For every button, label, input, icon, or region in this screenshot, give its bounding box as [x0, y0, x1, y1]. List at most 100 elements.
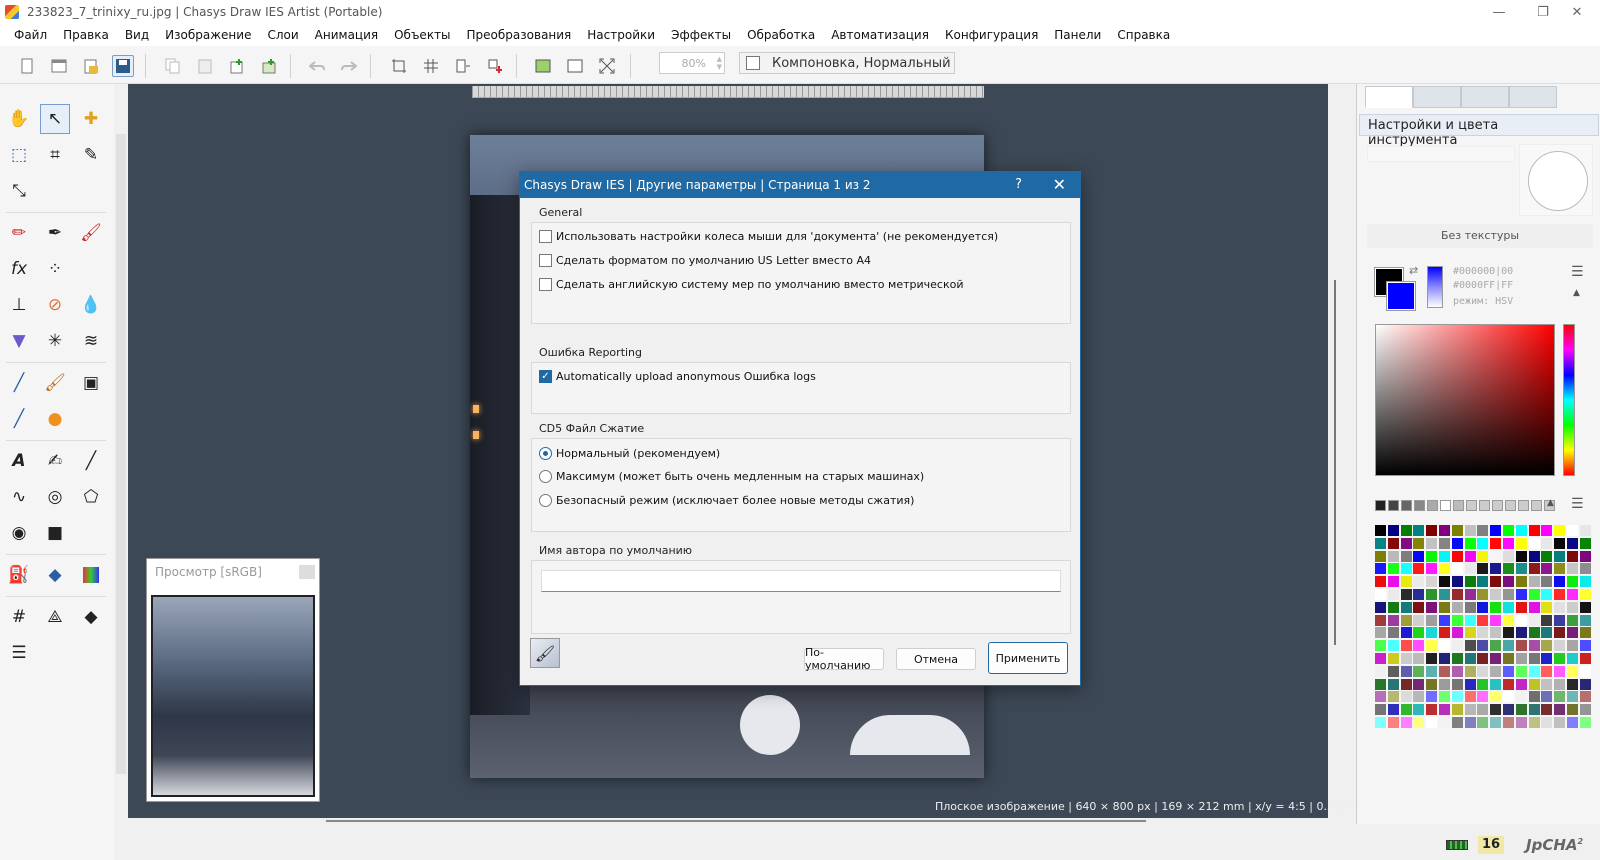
palette-swatch[interactable]: [1579, 652, 1591, 664]
palette-swatch[interactable]: [1400, 652, 1412, 664]
palette-swatch[interactable]: [1387, 678, 1399, 690]
palette-swatch[interactable]: [1515, 576, 1527, 588]
palette-swatch[interactable]: [1413, 665, 1425, 677]
new-file-icon[interactable]: [16, 55, 38, 77]
palette-swatch[interactable]: [1477, 665, 1489, 677]
zoom-input[interactable]: 80% ▲ ▼: [659, 52, 725, 74]
crop-tool-icon[interactable]: ⌗: [40, 140, 70, 170]
palette-swatch[interactable]: [1438, 525, 1450, 536]
palette-swatch[interactable]: [1528, 614, 1540, 626]
palette-swatch[interactable]: [1528, 716, 1540, 728]
signature-icon[interactable]: ✍: [40, 446, 70, 476]
palette-swatch[interactable]: [1502, 537, 1514, 549]
palette-swatch[interactable]: [1566, 525, 1578, 536]
palette-swatch[interactable]: [1566, 640, 1578, 652]
zoom-spinner[interactable]: ▲ ▼: [712, 55, 722, 71]
palette-swatch[interactable]: [1515, 614, 1527, 626]
palette-swatch[interactable]: [1375, 678, 1386, 690]
palette-swatch[interactable]: [1528, 563, 1540, 575]
palette-swatch[interactable]: [1387, 601, 1399, 613]
curve-tool-icon[interactable]: ∿: [4, 482, 34, 512]
palette-swatch[interactable]: [1515, 525, 1527, 536]
palette-swatch[interactable]: [1554, 601, 1566, 613]
palette-swatch[interactable]: [1451, 601, 1463, 613]
palette-swatch[interactable]: [1438, 640, 1450, 652]
palette-swatch[interactable]: [1438, 652, 1450, 664]
palette-swatch[interactable]: [1477, 601, 1489, 613]
preview-close-button[interactable]: [299, 565, 315, 579]
hue-slider[interactable]: [1563, 324, 1575, 476]
palette-swatch[interactable]: [1477, 525, 1489, 536]
palette-swatch[interactable]: [1566, 691, 1578, 703]
palette-swatch[interactable]: [1477, 537, 1489, 549]
resize-icon[interactable]: [452, 55, 474, 77]
radio-safe[interactable]: [539, 494, 552, 507]
pen-icon[interactable]: ✒: [40, 218, 70, 248]
menu-image[interactable]: Изображение: [157, 28, 259, 42]
pattern-fill-icon[interactable]: ◆: [40, 560, 70, 590]
palette-swatch[interactable]: [1502, 576, 1514, 588]
palette-swatch[interactable]: [1400, 601, 1412, 613]
palette-swatch[interactable]: [1413, 576, 1425, 588]
menu-view[interactable]: Вид: [117, 28, 157, 42]
grid-icon[interactable]: [420, 55, 442, 77]
palette-swatch[interactable]: [1515, 704, 1527, 716]
palette-swatch[interactable]: [1451, 576, 1463, 588]
dialog-close-button[interactable]: ✕: [1053, 175, 1066, 194]
palette-swatch[interactable]: [1387, 716, 1399, 728]
menu-automation[interactable]: Автоматизация: [823, 28, 937, 42]
palette-swatch[interactable]: [1566, 550, 1578, 562]
palette-swatch[interactable]: [1490, 678, 1502, 690]
palette-swatch[interactable]: [1400, 627, 1412, 639]
palette-swatch[interactable]: [1438, 716, 1450, 728]
palette-swatch[interactable]: [1464, 614, 1476, 626]
radio-max[interactable]: [539, 470, 552, 483]
minimize-button[interactable]: —: [1476, 0, 1522, 24]
palette-swatch[interactable]: [1464, 525, 1476, 536]
palette-swatch[interactable]: [1477, 627, 1489, 639]
line-tool-icon[interactable]: ╱: [76, 446, 106, 476]
palette-swatch[interactable]: [1502, 704, 1514, 716]
grayscale-swatches[interactable]: [1375, 500, 1555, 511]
saturation-value-picker[interactable]: [1375, 324, 1555, 476]
palette-swatch[interactable]: [1451, 550, 1463, 562]
cancel-button[interactable]: Отмена: [896, 648, 976, 670]
brush-slot[interactable]: [1367, 146, 1515, 162]
palette-swatch[interactable]: [1502, 665, 1514, 677]
actual-size-icon[interactable]: [564, 55, 586, 77]
radio-option-normal[interactable]: Нормальный (рекомендуем): [539, 447, 720, 460]
palette-swatch[interactable]: [1375, 601, 1386, 613]
palette-swatch[interactable]: [1451, 678, 1463, 690]
palette-swatch[interactable]: [1400, 678, 1412, 690]
palette-swatch[interactable]: [1490, 601, 1502, 613]
marker-icon[interactable]: ╱: [4, 404, 34, 434]
palette-swatch[interactable]: [1400, 640, 1412, 652]
palette-swatch[interactable]: [1554, 576, 1566, 588]
palette-swatch[interactable]: [1515, 640, 1527, 652]
palette-swatch[interactable]: [1579, 550, 1591, 562]
palette-swatch[interactable]: [1464, 627, 1476, 639]
stamp-icon[interactable]: ⊥: [4, 290, 34, 320]
palette-swatch[interactable]: [1426, 614, 1438, 626]
palette-swatch[interactable]: [1451, 525, 1463, 536]
redo-icon[interactable]: [338, 55, 360, 77]
palette-swatch[interactable]: [1413, 588, 1425, 600]
palette-swatch[interactable]: [1477, 652, 1489, 664]
palette-swatch[interactable]: [1413, 678, 1425, 690]
brush-icon[interactable]: 🖌: [76, 218, 106, 248]
scatter-icon[interactable]: ⁘: [40, 254, 70, 284]
circle-shape-icon[interactable]: ◉: [4, 518, 34, 548]
tab-tool-settings[interactable]: [1365, 86, 1413, 108]
gray-swatch[interactable]: [1531, 500, 1542, 511]
palette-swatch[interactable]: [1464, 678, 1476, 690]
palette-swatch[interactable]: [1464, 563, 1476, 575]
palette-swatch[interactable]: [1502, 678, 1514, 690]
palette-swatch[interactable]: [1579, 640, 1591, 652]
palette-swatch[interactable]: [1515, 537, 1527, 549]
menu-layers[interactable]: Слои: [259, 28, 306, 42]
palette-swatch[interactable]: [1451, 640, 1463, 652]
palette-swatch[interactable]: [1554, 678, 1566, 690]
palette-swatch[interactable]: [1426, 576, 1438, 588]
palette-swatch[interactable]: [1375, 627, 1386, 639]
palette-swatch[interactable]: [1413, 716, 1425, 728]
